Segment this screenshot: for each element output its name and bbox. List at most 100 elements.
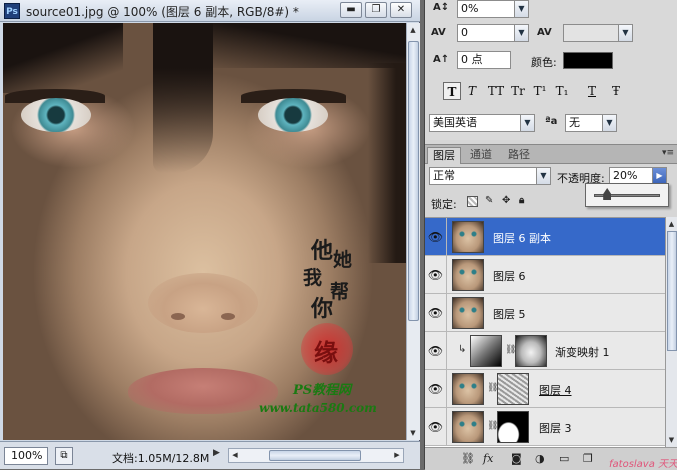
character-panel: A↕ 0% ▼ AV 0 ▼ AV ▼ A↑ 0 点 颜色: T T TT Tr… bbox=[425, 0, 677, 140]
small-caps-button[interactable]: Tr bbox=[509, 82, 527, 100]
chevron-down-icon[interactable]: ▼ bbox=[514, 1, 528, 17]
visibility-eye-icon[interactable]: 👁︎ bbox=[425, 332, 447, 370]
language-value: 美国英语 bbox=[433, 116, 477, 129]
superscript-button[interactable]: T¹ bbox=[531, 82, 549, 100]
baseline-shift-field[interactable]: 0% ▼ bbox=[457, 0, 529, 18]
strikethrough-button[interactable]: Ŧ bbox=[607, 82, 625, 100]
seal-char: 缘 bbox=[314, 338, 338, 367]
layer-thumbnail bbox=[452, 297, 484, 329]
watermark-site-name: PS教程网 bbox=[293, 383, 352, 398]
layer-name: 图层 6 副本 bbox=[493, 232, 551, 245]
layer-name: 图层 6 bbox=[493, 270, 526, 283]
minimize-button[interactable]: ▬ bbox=[340, 2, 362, 18]
new-layer-icon[interactable]: ❐ bbox=[583, 452, 593, 465]
scroll-up-icon[interactable]: ▲ bbox=[407, 23, 419, 37]
nose-shape bbox=[148, 273, 258, 333]
tab-channels[interactable]: 通道 bbox=[465, 147, 497, 164]
visibility-eye-icon[interactable]: 👁︎ bbox=[425, 408, 447, 446]
subscript-button[interactable]: T₁ bbox=[553, 82, 571, 100]
nostril-shape bbox=[221, 313, 235, 320]
layer-mask-thumbnail[interactable] bbox=[515, 335, 547, 367]
document-title: source01.jpg @ 100% (图层 6 副本, RGB/8#) * bbox=[26, 5, 299, 19]
calligraphy-char: 他 bbox=[311, 238, 334, 264]
chevron-down-icon[interactable]: ▼ bbox=[536, 168, 550, 184]
chevron-down-icon[interactable]: ▼ bbox=[520, 115, 534, 131]
scroll-down-icon[interactable]: ▼ bbox=[666, 433, 677, 447]
layer-thumbnail bbox=[452, 259, 484, 291]
layer-mask-thumbnail[interactable] bbox=[497, 411, 529, 443]
calligraphy-char: 她 bbox=[333, 249, 353, 271]
chevron-down-icon[interactable]: ▼ bbox=[602, 115, 616, 131]
scroll-down-icon[interactable]: ▼ bbox=[407, 426, 419, 440]
kerning-field[interactable]: 0 ▼ bbox=[457, 24, 529, 42]
layers-scroll-thumb[interactable] bbox=[667, 231, 677, 351]
layer-row[interactable]: 👁︎ ⛓︎ 图层 4 bbox=[425, 370, 665, 408]
layer-row[interactable]: 👁︎ 图层 6 副本 bbox=[425, 218, 665, 256]
visibility-eye-icon[interactable]: 👁︎ bbox=[425, 256, 447, 294]
link-icon[interactable]: ⛓︎ bbox=[461, 452, 475, 465]
document-titlebar[interactable]: Ps source01.jpg @ 100% (图层 6 副本, RGB/8#)… bbox=[0, 0, 420, 22]
antialias-select[interactable]: 无 ▼ bbox=[565, 114, 617, 132]
chevron-down-icon[interactable]: ▼ bbox=[618, 25, 632, 41]
layer-row[interactable]: 👁︎ 图层 6 bbox=[425, 256, 665, 294]
adjustment-icon[interactable]: ◑ bbox=[535, 452, 545, 465]
mask-icon[interactable]: ◙ bbox=[511, 452, 522, 465]
faux-bold-button[interactable]: T bbox=[443, 82, 461, 100]
visibility-eye-icon[interactable]: 👁︎ bbox=[425, 294, 447, 332]
blend-mode-value: 正常 bbox=[433, 169, 455, 182]
layer-name: 图层 3 bbox=[539, 422, 572, 435]
horizontal-scroll-thumb[interactable] bbox=[269, 450, 361, 461]
faux-italic-button[interactable]: T bbox=[463, 82, 481, 100]
layer-row[interactable]: 👁︎ 图层 5 bbox=[425, 294, 665, 332]
vertical-scroll-thumb[interactable] bbox=[408, 41, 419, 321]
layer-row[interactable]: 👁︎ ⛓︎ 图层 3 bbox=[425, 408, 665, 446]
chevron-down-icon[interactable]: ▼ bbox=[514, 25, 528, 41]
text-color-swatch[interactable] bbox=[563, 52, 613, 69]
layers-bottom-toolbar: ⛓︎ fx ◙ ◑ ▭ ❐ fatoslava 天天 bbox=[425, 447, 677, 470]
opacity-slider-popup[interactable] bbox=[585, 183, 669, 207]
restore-button[interactable]: ❐ bbox=[365, 2, 387, 18]
fx-icon[interactable]: fx bbox=[483, 452, 493, 465]
language-select[interactable]: 美国英语 ▼ bbox=[429, 114, 535, 132]
scroll-up-icon[interactable]: ▲ bbox=[666, 217, 677, 231]
lips-shape bbox=[128, 368, 278, 414]
horizontal-scrollbar[interactable]: ◀ ▶ bbox=[228, 448, 404, 463]
watermark-url: www.tata580.com bbox=[259, 401, 377, 415]
antialias-value: 无 bbox=[569, 116, 580, 129]
close-button[interactable]: ✕ bbox=[390, 2, 412, 18]
underline-button[interactable]: T bbox=[583, 82, 601, 100]
document-window: Ps source01.jpg @ 100% (图层 6 副本, RGB/8#)… bbox=[0, 0, 420, 469]
scroll-left-icon[interactable]: ◀ bbox=[229, 449, 241, 462]
adjustment-thumbnail bbox=[470, 335, 502, 367]
panel-menu-icon[interactable]: ▾≡ bbox=[662, 148, 674, 158]
visibility-eye-icon[interactable]: 👁︎ bbox=[425, 218, 447, 256]
opacity-slider-toggle-icon[interactable]: ▶ bbox=[652, 168, 666, 184]
tracking-field[interactable]: ▼ bbox=[563, 24, 633, 42]
layers-tabbar: 图层 通道 路径 ▾≡ bbox=[425, 145, 677, 164]
baseline-field[interactable]: 0 点 bbox=[457, 51, 511, 69]
right-eye-shape bbox=[258, 98, 328, 132]
tab-paths[interactable]: 路径 bbox=[503, 147, 535, 164]
zoom-field[interactable]: 100% bbox=[4, 447, 48, 465]
status-menu-icon[interactable]: ⧉ bbox=[55, 447, 73, 465]
document-size: 文档:1.05M/12.8M bbox=[112, 452, 210, 465]
all-caps-button[interactable]: TT bbox=[487, 82, 505, 100]
layer-mask-thumbnail[interactable] bbox=[497, 373, 529, 405]
scroll-right-icon[interactable]: ▶ bbox=[391, 449, 403, 462]
layers-scrollbar[interactable]: ▲ ▼ bbox=[665, 217, 677, 447]
calligraphy-char: 你 bbox=[311, 296, 334, 322]
lock-transparent-icon[interactable] bbox=[467, 196, 478, 207]
lock-move-icon[interactable]: ✥ bbox=[502, 195, 510, 206]
blend-mode-select[interactable]: 正常 ▼ bbox=[429, 167, 551, 185]
layer-row[interactable]: 👁︎ ↳ ⛓︎ 渐变映射 1 bbox=[425, 332, 665, 370]
folder-icon[interactable]: ▭ bbox=[559, 452, 569, 465]
visibility-eye-icon[interactable]: 👁︎ bbox=[425, 370, 447, 408]
tab-layers[interactable]: 图层 bbox=[427, 147, 461, 164]
status-next-icon[interactable]: ▶ bbox=[213, 448, 220, 458]
lock-label: 锁定: bbox=[431, 198, 457, 211]
vertical-scrollbar[interactable]: ▲ ▼ bbox=[406, 23, 420, 440]
image-canvas[interactable]: 他 她 我 帮 你 缘 PS教程网 www.tata580.com bbox=[3, 23, 406, 440]
opacity-slider-thumb[interactable] bbox=[603, 188, 612, 200]
lock-brush-icon[interactable]: ✎ bbox=[485, 195, 493, 206]
lock-all-icon[interactable]: 🔒︎ bbox=[519, 195, 524, 206]
